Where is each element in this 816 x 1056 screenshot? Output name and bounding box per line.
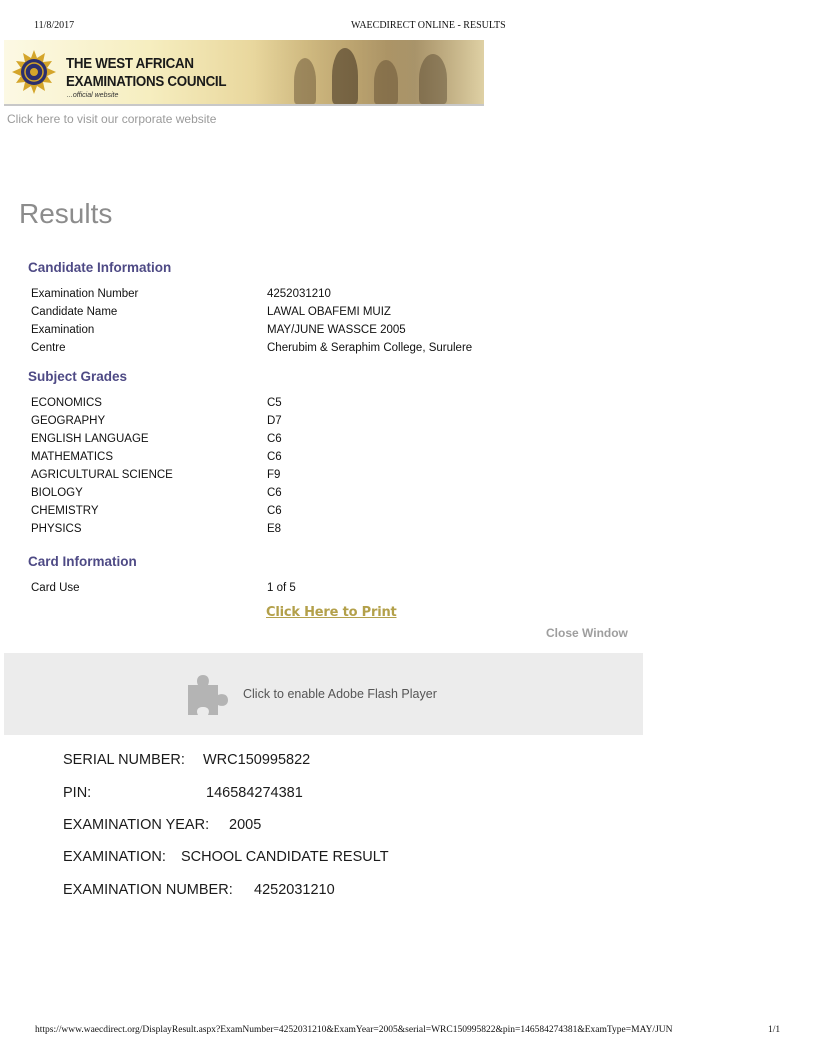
row-value: MAY/JUNE WASSCE 2005 bbox=[267, 324, 406, 336]
print-footer-url: https://www.waecdirect.org/DisplayResult… bbox=[35, 1025, 673, 1035]
corporate-website-link[interactable]: Click here to visit our corporate websit… bbox=[7, 112, 216, 126]
waec-seal-icon bbox=[12, 50, 56, 94]
flash-plugin-placeholder[interactable]: Click to enable Adobe Flash Player bbox=[4, 653, 643, 735]
row-value: Cherubim & Seraphim College, Surulere bbox=[267, 342, 473, 354]
subject-grade: C6 bbox=[267, 433, 282, 445]
pin-value: 146584274381 bbox=[206, 785, 303, 801]
subject-name: MATHEMATICS bbox=[31, 451, 113, 463]
exam-number-line: EXAMINATION NUMBER: 4252031210 bbox=[63, 882, 335, 898]
row-value: LAWAL OBAFEMI MUIZ bbox=[267, 306, 391, 318]
subject-name: ENGLISH LANGUAGE bbox=[31, 433, 149, 445]
card-info-heading: Card Information bbox=[28, 554, 137, 569]
banner-subtitle: ...official website bbox=[67, 92, 119, 99]
exam-year-label: EXAMINATION YEAR: bbox=[63, 817, 210, 833]
print-page-number: 1/1 bbox=[768, 1025, 781, 1035]
banner-title-line1: THE WEST AFRICAN bbox=[66, 56, 194, 72]
serial-number-line: SERIAL NUMBER: WRC150995822 bbox=[63, 752, 310, 768]
row-label: Card Use bbox=[31, 582, 80, 594]
exam-year-line: EXAMINATION YEAR: 2005 bbox=[63, 817, 261, 833]
subject-grade: E8 bbox=[267, 523, 282, 535]
print-page-title: WAECDIRECT ONLINE - RESULTS bbox=[351, 20, 506, 31]
subject-name: BIOLOGY bbox=[31, 487, 83, 499]
subject-name: ECONOMICS bbox=[31, 397, 102, 409]
puzzle-piece-icon bbox=[188, 675, 228, 715]
subject-grades-heading: Subject Grades bbox=[28, 369, 128, 384]
subject-name: PHYSICS bbox=[31, 523, 82, 535]
subject-grade: C6 bbox=[267, 451, 282, 463]
pin-line: PIN: 146584274381 bbox=[63, 785, 303, 801]
subject-name: AGRICULTURAL SCIENCE bbox=[31, 469, 173, 481]
exam-number-label: EXAMINATION NUMBER: bbox=[63, 882, 233, 898]
row-label: Examination Number bbox=[31, 288, 139, 300]
examination-value: SCHOOL CANDIDATE RESULT bbox=[181, 849, 389, 865]
subject-grade: D7 bbox=[267, 415, 282, 427]
print-button[interactable]: Click Here to Print bbox=[266, 605, 397, 620]
row-label: Candidate Name bbox=[31, 306, 118, 318]
row-value: 4252031210 bbox=[267, 288, 331, 300]
page-title: Results bbox=[19, 198, 113, 229]
serial-number-label: SERIAL NUMBER: bbox=[63, 752, 185, 768]
flash-enable-text: Click to enable Adobe Flash Player bbox=[243, 687, 437, 701]
banner-photo bbox=[254, 40, 484, 104]
row-label: Examination bbox=[31, 324, 95, 336]
waec-banner: THE WEST AFRICAN EXAMINATIONS COUNCIL ..… bbox=[4, 40, 484, 106]
banner-title-line2: EXAMINATIONS COUNCIL bbox=[66, 74, 227, 90]
candidate-info-heading: Candidate Information bbox=[28, 260, 172, 275]
subject-name: GEOGRAPHY bbox=[31, 415, 106, 427]
subject-grade: F9 bbox=[267, 469, 281, 481]
row-value: 1 of 5 bbox=[267, 582, 296, 594]
examination-line: EXAMINATION: SCHOOL CANDIDATE RESULT bbox=[63, 849, 389, 865]
pin-label: PIN: bbox=[63, 785, 92, 801]
subject-grade: C6 bbox=[267, 487, 282, 499]
exam-number-value: 4252031210 bbox=[254, 882, 335, 898]
row-label: Centre bbox=[31, 342, 66, 354]
examination-label: EXAMINATION: bbox=[63, 849, 166, 865]
subject-grade: C5 bbox=[267, 397, 282, 409]
print-date: 11/8/2017 bbox=[34, 20, 75, 31]
close-window-button[interactable]: Close Window bbox=[546, 626, 628, 640]
subject-grade: C6 bbox=[267, 505, 282, 517]
exam-year-value: 2005 bbox=[229, 817, 262, 833]
subject-name: CHEMISTRY bbox=[31, 505, 99, 517]
serial-number-value: WRC150995822 bbox=[203, 752, 311, 768]
